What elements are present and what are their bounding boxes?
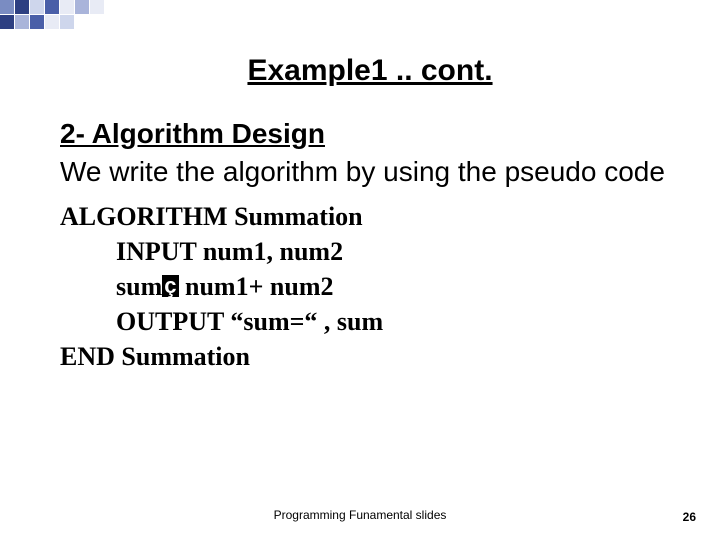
assign-arrow-icon: ç	[162, 275, 178, 297]
pseudocode-block: ALGORITHM Summation INPUT num1, num2 sum…	[60, 199, 680, 374]
pseudo-line: INPUT num1, num2	[60, 234, 680, 269]
page-number: 26	[683, 510, 696, 524]
pseudo-line: ALGORITHM Summation	[60, 202, 363, 231]
section-heading: 2- Algorithm Design	[60, 118, 680, 150]
pseudo-line: END Summation	[60, 342, 250, 371]
slide-title: Example1 .. cont.	[60, 54, 680, 88]
intro-text: We write the algorithm by using the pseu…	[60, 154, 680, 189]
pseudo-token: num1+ num2	[179, 272, 334, 301]
footer-text: Programming Funamental slides	[0, 508, 720, 522]
slide-body: Example1 .. cont. 2- Algorithm Design We…	[0, 0, 720, 540]
pseudo-line: sumç num1+ num2	[60, 269, 680, 304]
pseudo-token: sum	[116, 272, 162, 301]
pseudo-line: OUTPUT “sum=“ , sum	[60, 304, 680, 339]
